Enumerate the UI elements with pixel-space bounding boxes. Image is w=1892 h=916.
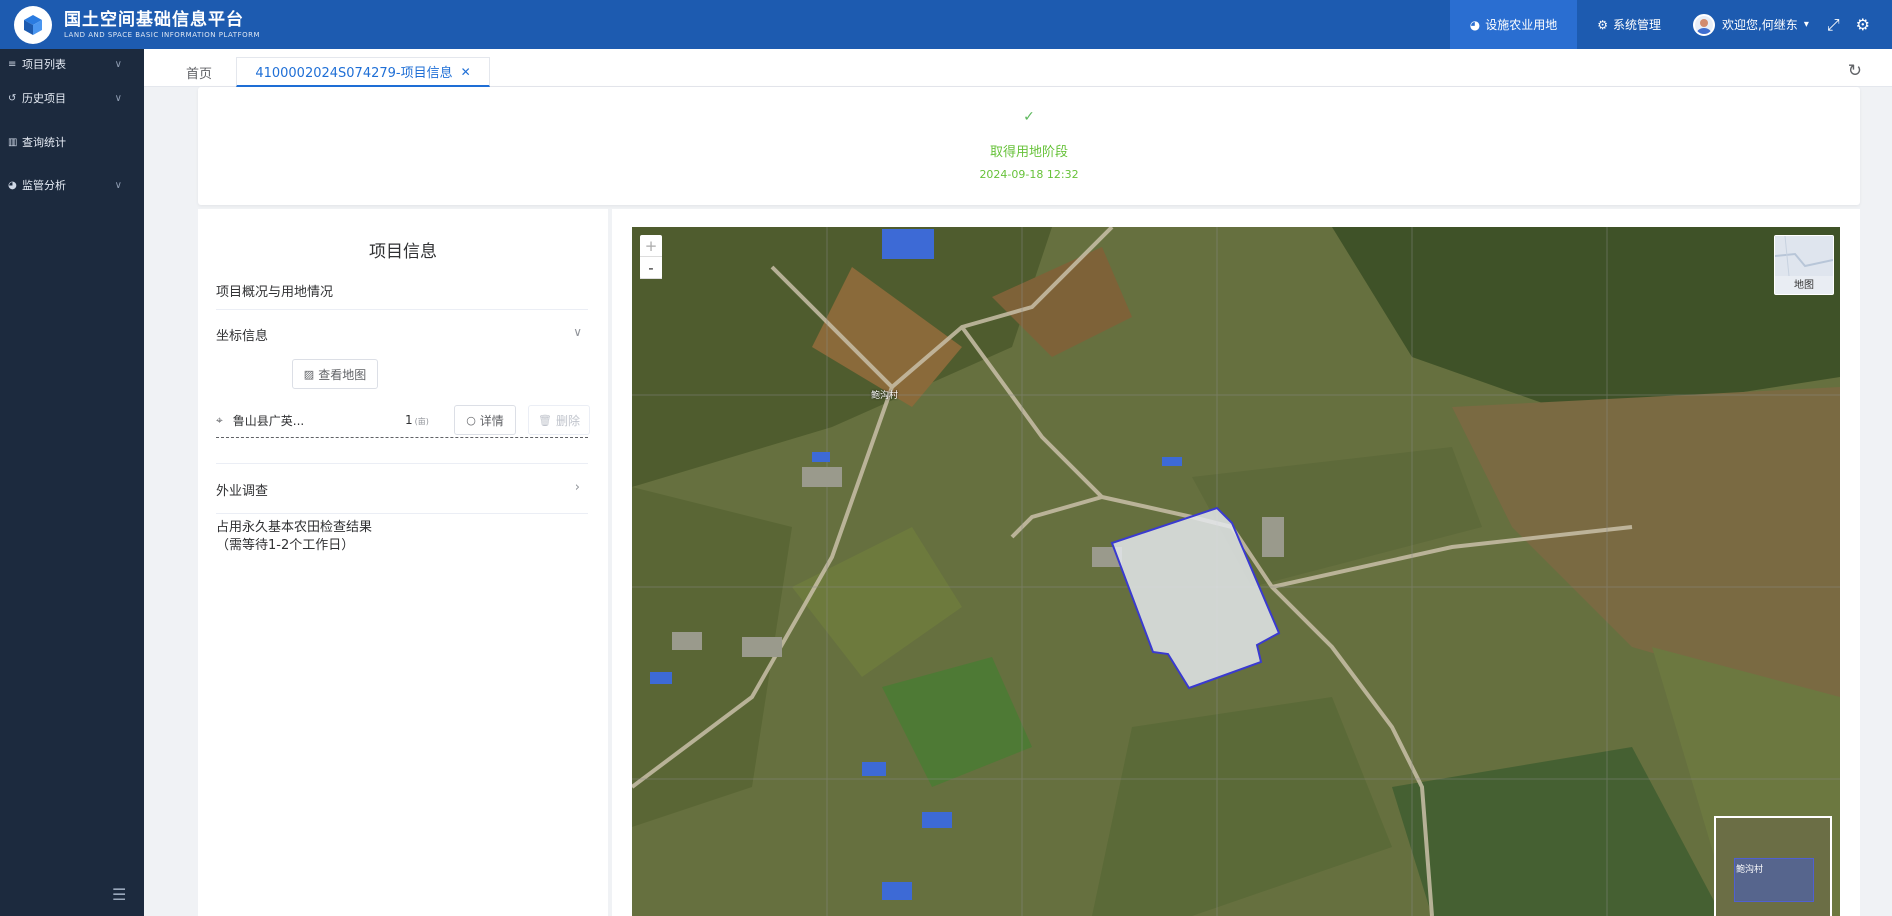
top-header: 国土空间基础信息平台 LAND AND SPACE BASIC INFORMAT… <box>0 0 1892 49</box>
view-map-label: 查看地图 <box>318 367 367 382</box>
chevron-down-icon: ∨ <box>114 179 122 191</box>
map-thumbnail-icon <box>1774 235 1834 277</box>
refresh-icon[interactable]: ↻ <box>1848 61 1862 81</box>
area-value: 1 <box>405 413 413 427</box>
village-label: 鲍沟村 <box>871 391 899 401</box>
stage-card: ✓ 取得用地阶段 2024-09-18 12:32 <box>198 87 1860 205</box>
overview-map[interactable]: 鲍沟村 <box>1714 816 1832 916</box>
pie-chart-icon: ◕ <box>1469 17 1481 32</box>
close-icon[interactable]: ✕ <box>461 65 471 79</box>
basemap-switcher[interactable]: 地图 <box>1774 235 1834 295</box>
sidebar-item-history[interactable]: ↺ 历史项目 ∨ <box>0 87 144 109</box>
tab-home-label: 首页 <box>186 66 213 82</box>
avatar <box>1692 13 1715 36</box>
stage-time: 2024-09-18 12:32 <box>979 168 1079 181</box>
sidebar-item-statistics[interactable]: ▥ 查询统计 <box>0 131 144 153</box>
divider <box>216 463 588 464</box>
location-name: 鲁山县广英... <box>232 413 305 428</box>
basemap-label: 地图 <box>1794 280 1814 291</box>
chevron-down-icon: ▾ <box>1803 19 1809 30</box>
sidebar-item-label: 历史项目 <box>22 92 66 105</box>
user-menu[interactable]: 欢迎您,何继东 ▾ <box>1681 13 1819 36</box>
zoom-control: + - <box>640 235 662 279</box>
gears-icon: ⚙ <box>1597 17 1608 32</box>
stage-name: 取得用地阶段 <box>989 145 1068 160</box>
coord-section-header[interactable]: 坐标信息 ∨ <box>216 325 588 344</box>
location-pin-icon: ⌖ <box>216 412 223 427</box>
menu-toggle-icon[interactable]: ☰ <box>112 885 126 904</box>
detail-button[interactable]: ○ 详情 <box>454 405 516 435</box>
chevron-down-icon: ∨ <box>114 92 122 104</box>
tab-project-info-label: 4100002024S074279-项目信息 <box>255 66 453 81</box>
app-title: 国土空间基础信息平台 <box>64 9 244 30</box>
project-info-panel: 项目信息 项目概况与用地情况 坐标信息 ∨ ▨ 查看地图 ⌖ 鲁山县广英... … <box>198 209 608 916</box>
zoom-out-button[interactable]: - <box>640 257 662 279</box>
divider <box>216 309 588 310</box>
chevron-down-icon: ∨ <box>114 58 122 70</box>
result-title: 占用永久基本农田检查结果 <box>216 520 373 535</box>
fullscreen-icon[interactable]: ⤢ <box>1819 15 1848 35</box>
list-icon: ≡ <box>8 58 17 70</box>
nav-facility-agri-land-label: 设施农业用地 <box>1485 18 1558 32</box>
field-survey-label: 外业调查 <box>216 484 269 499</box>
detail-label: 详情 <box>479 413 504 428</box>
result-note: （需等待1-2个工作日） <box>216 538 355 553</box>
panel-subtitle: 项目概况与用地情况 <box>216 285 334 300</box>
field-survey-row[interactable]: 外业调查 › <box>216 480 588 499</box>
chevron-down-icon: ∨ <box>573 325 582 339</box>
sidebar-item-label: 项目列表 <box>22 58 66 71</box>
logo[interactable]: 国土空间基础信息平台 LAND AND SPACE BASIC INFORMAT… <box>0 5 261 44</box>
sidebar-item-label: 监管分析 <box>22 179 66 192</box>
history-icon: ↺ <box>8 92 17 104</box>
satellite-map[interactable]: 鲍沟村 + - 地图 鲍沟村 <box>632 227 1840 916</box>
settings-icon[interactable]: ⚙ <box>1848 15 1892 34</box>
dashed-divider <box>216 437 588 438</box>
tab-bar: 首页 4100002024S074279-项目信息 ✕ ↻ <box>144 49 1892 87</box>
bar-chart-icon: ▥ <box>8 136 18 148</box>
farmland-check-result: 占用永久基本农田检查结果 （需等待1-2个工作日） <box>216 519 372 555</box>
delete-label: 删除 <box>555 413 580 428</box>
user-greeting: 欢迎您,何继东 <box>1721 18 1798 32</box>
coord-section-label: 坐标信息 <box>216 329 269 344</box>
cube-logo-icon <box>14 5 52 44</box>
zoom-in-button[interactable]: + <box>640 235 662 257</box>
chevron-right-icon: › <box>574 480 580 495</box>
sidebar-item-project-list[interactable]: ≡ 项目列表 ∨ <box>0 53 144 75</box>
tab-home[interactable]: 首页 <box>174 57 224 87</box>
search-icon: ○ <box>466 413 476 427</box>
divider <box>216 513 588 514</box>
pie-chart-icon: ◕ <box>8 179 17 191</box>
trash-icon: 🗑 <box>538 413 552 427</box>
nav-system-management-label: 系统管理 <box>1612 18 1661 32</box>
view-map-button[interactable]: ▨ 查看地图 <box>292 359 378 389</box>
nav-system-management[interactable]: ⚙ 系统管理 <box>1577 0 1681 49</box>
area-unit: (亩) <box>414 417 429 426</box>
tab-project-info[interactable]: 4100002024S074279-项目信息 ✕ <box>236 57 490 87</box>
sidebar: ≡ 项目列表 ∨ ↺ 历史项目 ∨ ▥ 查询统计 ◕ 监管分析 ∨ ☰ <box>0 49 144 916</box>
app-subtitle: LAND AND SPACE BASIC INFORMATION PLATFOR… <box>64 30 261 39</box>
satellite-imagery <box>632 227 1840 916</box>
delete-button[interactable]: 🗑 删除 <box>528 405 590 435</box>
sidebar-item-supervision[interactable]: ◕ 监管分析 ∨ <box>0 174 144 196</box>
check-icon: ✓ <box>1023 109 1035 125</box>
area-count: 1 (亩) <box>405 413 429 427</box>
overview-village-label: 鲍沟村 <box>1736 865 1764 875</box>
nav-facility-agri-land[interactable]: ◕ 设施农业用地 <box>1449 0 1578 49</box>
image-icon: ▨ <box>303 367 315 381</box>
panel-title: 项目信息 <box>369 242 437 262</box>
sidebar-item-label: 查询统计 <box>22 136 66 149</box>
